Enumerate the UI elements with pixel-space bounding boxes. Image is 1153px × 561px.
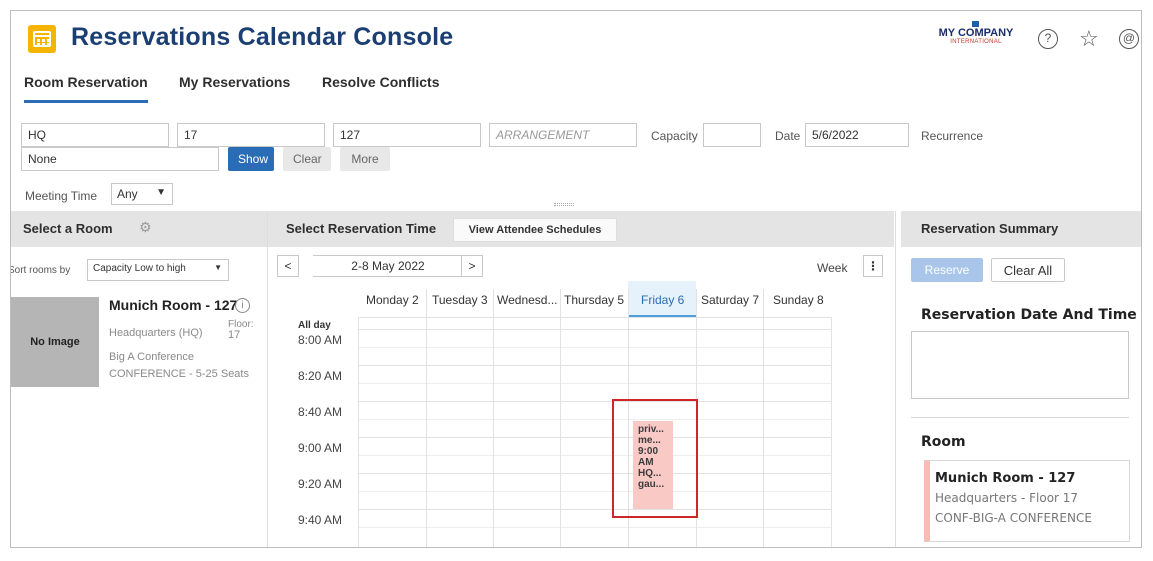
help-circle-icon[interactable]: ? [1038, 29, 1058, 49]
time-slot-label: 9:40 AM [297, 513, 342, 527]
capacity-input[interactable] [703, 123, 761, 147]
room-heading: Room [921, 434, 966, 450]
room-name[interactable]: Munich Room - 127 [109, 297, 237, 313]
star-settings-icon[interactable]: ☆ [1079, 26, 1099, 52]
event-highlight-box [612, 399, 698, 518]
reserve-button[interactable]: Reserve [911, 258, 983, 282]
show-button[interactable]: Show [228, 147, 274, 171]
calendar-app-icon [28, 25, 56, 53]
room-type-capacity: CONFERENCE - 5-25 Seats [109, 368, 249, 380]
prev-week-button[interactable]: < [277, 255, 299, 277]
tab-room-reservation[interactable]: Room Reservation [24, 74, 148, 103]
week-range[interactable]: 2-8 May 2022 [313, 255, 463, 277]
day-header[interactable]: Saturday 7 [701, 293, 759, 307]
right-splitter[interactable] [895, 211, 896, 547]
more-options-icon[interactable]: ⋮ [863, 255, 883, 277]
left-splitter[interactable] [267, 211, 268, 547]
sort-select[interactable]: Capacity Low to high ▼ [87, 259, 229, 281]
tab-my-reservations[interactable]: My Reservations [179, 74, 290, 100]
selected-room-type: CONF-BIG-A CONFERENCE [935, 511, 1092, 525]
time-slot-label: 9:00 AM [297, 441, 342, 455]
room-floor: Floor: 17 [228, 319, 254, 341]
app-title: Reservations Calendar Console [71, 23, 454, 51]
site-input[interactable]: HQ [21, 123, 169, 147]
capacity-label: Capacity [651, 129, 698, 143]
reservation-datetime-box [911, 331, 1129, 399]
day-header[interactable]: Thursday 5 [564, 293, 624, 307]
app-window: Reservations Calendar Console MY COMPANY… [10, 10, 1142, 548]
caret-down-icon: ▼ [214, 263, 222, 272]
selected-room-location: Headquarters - Floor 17 [935, 491, 1079, 505]
date-label: Date [775, 129, 801, 143]
logo-mark-icon [972, 21, 979, 27]
recurrence-label: Recurrence [921, 129, 984, 143]
reservation-summary-header: Reservation Summary [901, 211, 1141, 247]
resize-grip[interactable] [554, 203, 574, 206]
time-slot-label: 8:20 AM [297, 369, 342, 383]
user-circle-icon[interactable]: @ [1119, 29, 1139, 49]
time-slot-label: 8:00 AM [297, 333, 342, 347]
sort-label: Sort rooms by [10, 265, 71, 276]
select-room-header: Select a Room ⚙ [11, 211, 267, 247]
meeting-time-select[interactable]: Any ▼ [111, 183, 173, 205]
time-slot-label: 9:20 AM [297, 477, 342, 491]
company-logo: MY COMPANY INTERNATIONAL [931, 21, 1021, 45]
next-week-button[interactable]: > [461, 255, 483, 277]
info-icon[interactable]: i [235, 298, 250, 313]
floor-input[interactable]: 17 [177, 123, 325, 147]
meeting-time-label: Meeting Time [25, 189, 98, 203]
room-input[interactable]: 127 [333, 123, 481, 147]
day-header[interactable]: Wednesd... [497, 293, 557, 307]
room-arrangement: Big A Conference [109, 351, 195, 363]
day-header[interactable]: Sunday 8 [773, 293, 824, 307]
day-header[interactable]: Monday 2 [366, 293, 419, 307]
clear-button[interactable]: Clear [283, 147, 331, 171]
selected-room-name: Munich Room - 127 [935, 471, 1076, 486]
view-selector[interactable]: Week [817, 261, 847, 275]
date-input[interactable]: 5/6/2022 [805, 123, 909, 147]
tab-bar: Room Reservation My Reservations Resolve… [11, 69, 1141, 105]
more-button[interactable]: More [340, 147, 390, 171]
app-header: Reservations Calendar Console MY COMPANY… [11, 11, 1141, 69]
arrangement-input[interactable]: ARRANGEMENT [489, 123, 637, 147]
view-attendee-schedules-button[interactable]: View Attendee Schedules [453, 218, 617, 242]
tab-resolve-conflicts[interactable]: Resolve Conflicts [322, 74, 439, 100]
recurrence-input[interactable]: None [21, 147, 219, 171]
day-header[interactable]: Tuesday 3 [432, 293, 488, 307]
day-header-today[interactable]: Friday 6 [641, 293, 684, 307]
chevron-down-icon: ▼ [156, 187, 166, 198]
clear-all-button[interactable]: Clear All [991, 258, 1065, 282]
room-location: Headquarters (HQ) [109, 327, 203, 339]
gear-icon[interactable]: ⚙ [139, 219, 152, 236]
all-day-label: All day [298, 320, 331, 331]
room-image-placeholder[interactable]: No Image [11, 297, 99, 387]
time-slot-label: 8:40 AM [297, 405, 342, 419]
reservation-datetime-heading: Reservation Date And Time [921, 307, 1137, 323]
